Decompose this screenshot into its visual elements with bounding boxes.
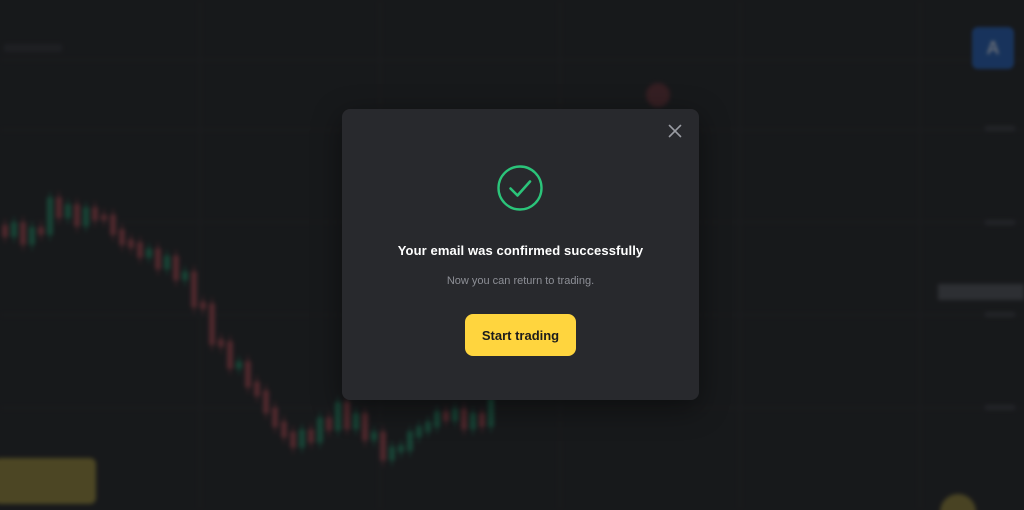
close-icon[interactable]	[667, 123, 683, 139]
check-circle-icon	[497, 165, 543, 211]
dialog-subtitle: Now you can return to trading.	[446, 275, 595, 287]
dialog-title: Your email was confirmed successfully	[397, 243, 644, 258]
email-confirmed-dialog: Your email was confirmed successfully No…	[342, 109, 699, 400]
app-screen: A Your email was confirmed successfully …	[0, 0, 1024, 510]
start-trading-button[interactable]: Start trading	[465, 314, 576, 356]
